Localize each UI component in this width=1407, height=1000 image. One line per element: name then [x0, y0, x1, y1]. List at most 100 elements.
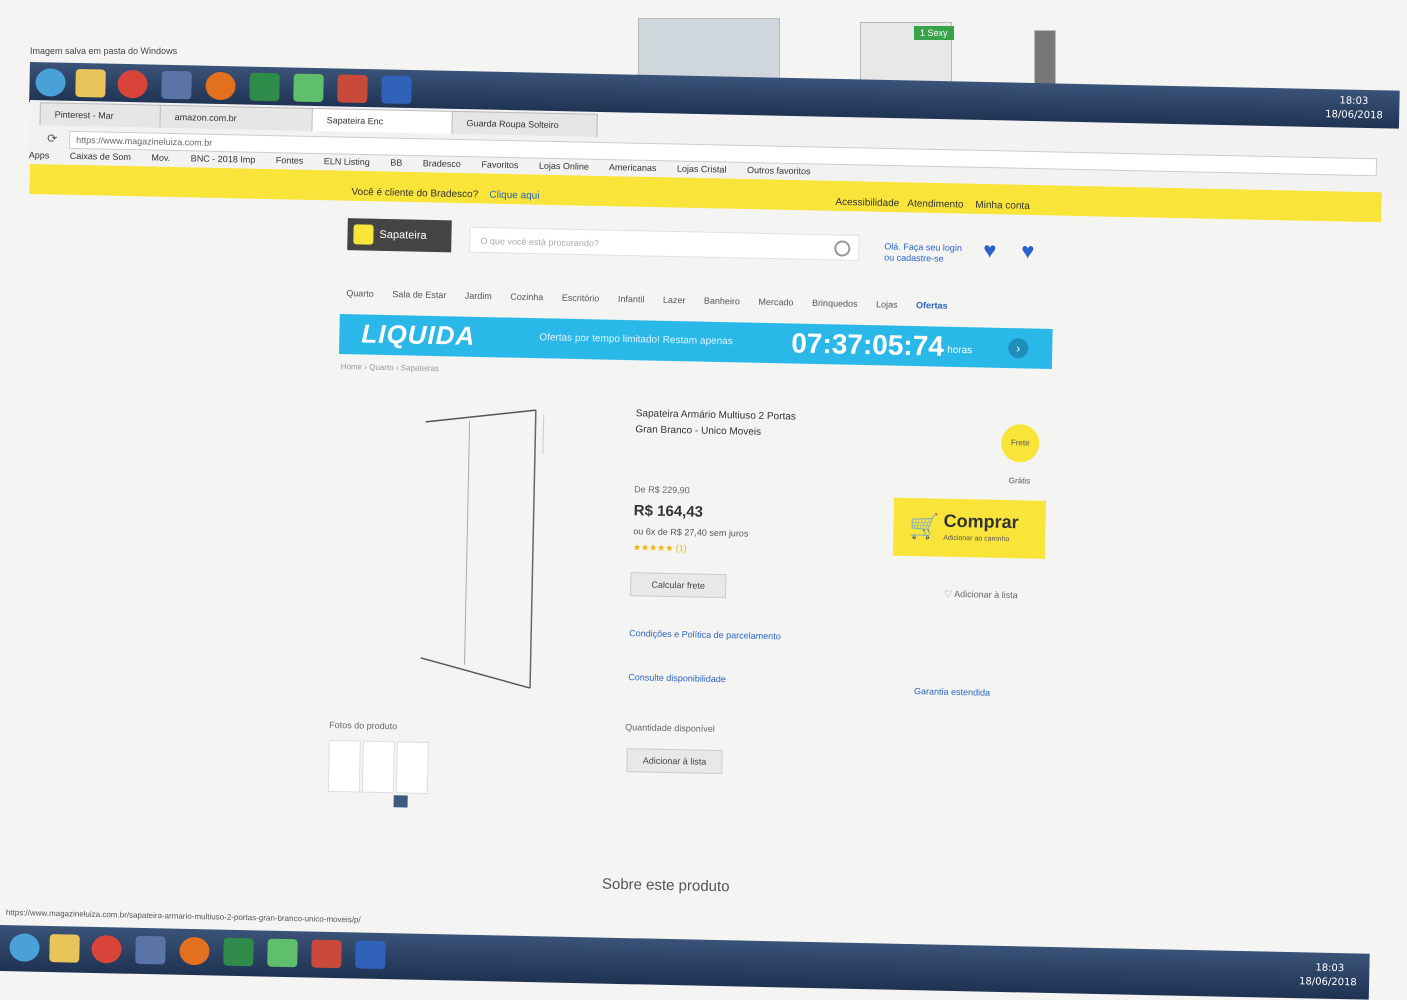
- notice-right-link[interactable]: Atendimento: [907, 198, 963, 210]
- buy-label: Comprar: [943, 510, 1019, 533]
- nav-item-offers[interactable]: Ofertas: [916, 300, 948, 311]
- installment-policy-link[interactable]: Condições e Política de parcelamento: [629, 628, 781, 641]
- banner-unit: horas: [947, 344, 973, 357]
- tab-1[interactable]: Pinterest - Mar: [39, 102, 166, 128]
- nav-item[interactable]: Mercado: [758, 297, 793, 308]
- bookmark[interactable]: Mov.: [151, 153, 170, 163]
- nav-item[interactable]: Lojas: [876, 299, 898, 309]
- thumbnail[interactable]: [361, 740, 395, 794]
- firefox-icon[interactable]: [205, 71, 236, 101]
- banner-text: Ofertas por tempo limitado! Restam apena…: [539, 332, 733, 348]
- folder-icon[interactable]: [75, 68, 106, 98]
- banner-title: LIQUIDA: [361, 318, 476, 351]
- buy-button[interactable]: 🛒 Comprar Adicionar ao carrinho: [892, 497, 1047, 559]
- thumbnail[interactable]: [395, 741, 429, 794]
- desktop-green-label: 1 Sexy: [914, 26, 954, 40]
- folder-icon[interactable]: [49, 934, 80, 963]
- tray-time: 18:03: [1339, 95, 1369, 108]
- bookmark[interactable]: Americanas: [609, 162, 657, 173]
- files-icon[interactable]: [267, 938, 298, 968]
- cart-icon: 🛒: [909, 512, 940, 541]
- bookmark[interactable]: Apps: [29, 150, 50, 160]
- installments: ou 6x de R$ 27,40 sem juros: [633, 526, 749, 539]
- breadcrumb: Home › Quarto › Sapateiras: [340, 362, 440, 374]
- bookmark[interactable]: BNC - 2018 Imp: [191, 153, 256, 164]
- product-title-line: Gran Branco - Unico Moveis: [635, 424, 762, 438]
- wishlist-heart-icon[interactable]: ♥: [983, 237, 997, 263]
- nav-item[interactable]: Sala de Estar: [392, 289, 446, 300]
- logo-text: Sapateira: [379, 228, 427, 242]
- desktop-caption: Imagem salva em pasta do Windows: [30, 46, 178, 56]
- word-icon[interactable]: [355, 940, 386, 970]
- availability-link[interactable]: Consulte disponibilidade: [628, 672, 726, 684]
- banner-countdown: 07:37:05:74: [790, 327, 945, 362]
- start-icon[interactable]: [9, 933, 40, 962]
- chevron-right-icon[interactable]: ›: [1008, 338, 1029, 359]
- bookmark[interactable]: ELN Listing: [324, 156, 370, 167]
- media-icon[interactable]: [311, 939, 342, 969]
- search-icon[interactable]: [834, 240, 851, 257]
- store-page: Sapateira O que você está procurando? Ol…: [325, 210, 1060, 925]
- nav-item[interactable]: Quarto: [346, 288, 374, 299]
- bookmark[interactable]: Bradesco: [423, 158, 461, 169]
- nav-item[interactable]: Brinquedos: [812, 298, 858, 309]
- thumbnail[interactable]: [327, 739, 361, 793]
- thumbnail-selected[interactable]: [393, 795, 408, 808]
- bookmark[interactable]: Lojas Online: [539, 161, 589, 172]
- cart-icon[interactable]: ♥: [1021, 238, 1035, 264]
- notice-right-link[interactable]: Minha conta: [975, 200, 1030, 212]
- nav-item[interactable]: Escritório: [562, 293, 600, 304]
- nav-item[interactable]: Jardim: [465, 291, 492, 302]
- word-icon[interactable]: [381, 75, 412, 104]
- app-icon[interactable]: [161, 70, 192, 100]
- bookmark[interactable]: Outros favoritos: [747, 165, 811, 176]
- chrome-icon[interactable]: [117, 69, 148, 99]
- nav-item[interactable]: Lazer: [663, 295, 686, 305]
- search-input[interactable]: O que você está procurando?: [469, 226, 860, 261]
- desktop-photo-1: [638, 18, 780, 84]
- store-logo[interactable]: Sapateira: [347, 218, 452, 253]
- app-icon[interactable]: [135, 935, 166, 965]
- tab-4[interactable]: Guarda Roupa Solteiro: [451, 110, 598, 137]
- category-nav: Quarto Sala de Estar Jardim Cozinha Escr…: [346, 288, 1046, 313]
- free-shipping-badge: Frete Grátis: [1000, 423, 1040, 486]
- bookmark[interactable]: Lojas Cristal: [677, 164, 727, 175]
- bookmark[interactable]: BB: [390, 158, 402, 168]
- media-icon[interactable]: [337, 74, 368, 104]
- wishlist-link[interactable]: ♡ Adicionar à lista: [944, 589, 1018, 602]
- add-to-list-button[interactable]: Adicionar à lista: [626, 748, 723, 775]
- files-icon[interactable]: [293, 73, 324, 103]
- bookmark[interactable]: Fontes: [276, 155, 304, 166]
- firefox-icon[interactable]: [179, 936, 210, 966]
- price: R$ 164,43: [633, 502, 704, 521]
- excel-icon[interactable]: [249, 72, 280, 102]
- liquida-banner[interactable]: LIQUIDA Ofertas por tempo limitado! Rest…: [338, 314, 1053, 369]
- start-icon[interactable]: [35, 68, 66, 97]
- search-placeholder: O que você está procurando?: [480, 235, 600, 249]
- logo-mark-icon: [353, 224, 374, 245]
- bookmark[interactable]: Favoritos: [481, 159, 518, 170]
- about-product-heading: Sobre este produto: [601, 875, 730, 896]
- login-link[interactable]: Olá. Faça seu login ou cadastre-se: [884, 241, 964, 265]
- heart-outline-icon: ♡: [943, 588, 955, 599]
- tray-date: 18/06/2018: [1298, 976, 1357, 989]
- nav-item[interactable]: Cozinha: [510, 292, 543, 303]
- notice-text: Você é cliente do Bradesco?: [351, 186, 479, 201]
- bookmark[interactable]: Caixas de Som: [70, 151, 131, 162]
- warranty-link[interactable]: Garantia estendida: [914, 686, 990, 698]
- notice-link[interactable]: Clique aqui: [489, 190, 539, 202]
- tab-2[interactable]: amazon.com.br: [159, 104, 316, 131]
- excel-icon[interactable]: [223, 937, 254, 967]
- quantity-label: Quantidade disponível: [625, 722, 715, 734]
- tab-3[interactable]: Sapateira Enc: [311, 107, 458, 134]
- nav-item[interactable]: Infantil: [618, 294, 645, 305]
- price-old: De R$ 229,90: [634, 484, 690, 496]
- notice-right-link[interactable]: Acessibilidade: [835, 197, 899, 209]
- calc-shipping-button[interactable]: Calcular frete: [629, 572, 727, 599]
- reload-icon[interactable]: ⟳: [47, 131, 57, 145]
- rating-stars[interactable]: ★★★★★ (1): [633, 542, 687, 554]
- wishlist-label: Adicionar à lista: [954, 588, 1018, 601]
- product-image[interactable]: [420, 402, 556, 695]
- chrome-icon[interactable]: [91, 934, 122, 964]
- nav-item[interactable]: Banheiro: [704, 296, 740, 307]
